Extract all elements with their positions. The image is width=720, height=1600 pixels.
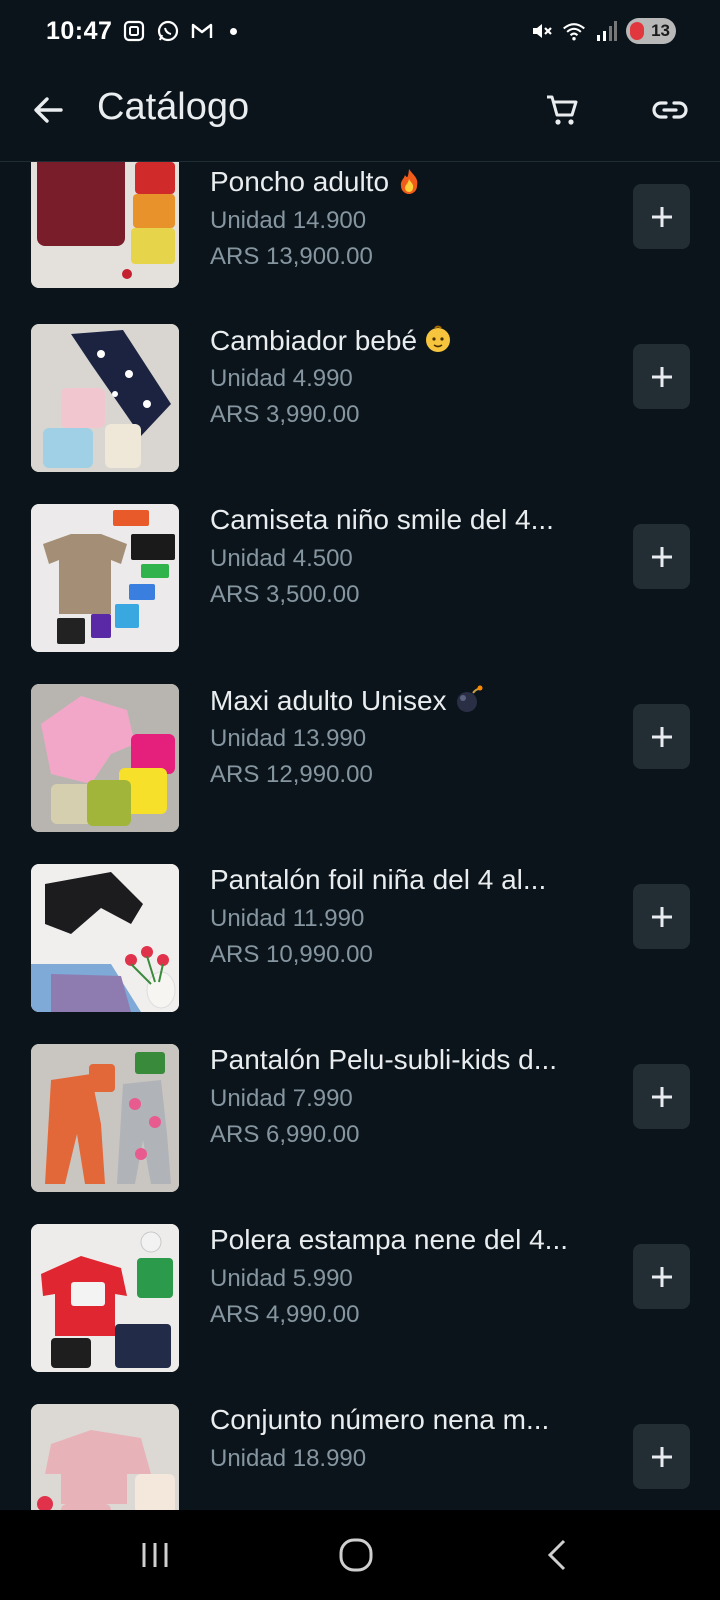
product-photo [31,1224,179,1372]
product-thumbnail [31,324,179,472]
product-unit-price: Unidad 5.990 [210,1265,353,1292]
plus-icon [651,1266,672,1287]
product-name: Polera estampa nene del 4... [210,1224,569,1255]
back-nav-button[interactable] [538,1535,578,1575]
share-link-button[interactable] [650,90,690,130]
plus-icon [651,366,672,387]
home-button[interactable] [336,1535,376,1575]
product-name: Pantalón foil niña del 4 al... [210,864,547,895]
product-thumbnail [31,504,179,652]
signal-icon [594,19,618,43]
plus-icon [651,546,672,567]
product-name: Conjunto número nena m... [210,1404,550,1435]
product-price: ARS 6,990.00 [210,1121,360,1148]
product-item[interactable]: Camiseta niño smile del 4... Unidad 4.50… [0,500,720,680]
product-name: Maxi adulto Unisex [210,684,483,721]
plus-icon [651,206,672,227]
product-item[interactable]: Maxi adulto Unisex Unidad 13.990 ARS 12,… [0,680,720,860]
battery-level: 13 [651,21,670,40]
bomb-emoji [453,684,483,721]
recents-icon [142,1543,168,1567]
plus-icon [651,1086,672,1107]
product-thumbnail [31,684,179,832]
home-icon [339,1538,373,1572]
app-bar: Catálogo [0,62,720,162]
product-thumbnail [31,162,179,288]
product-unit-price: Unidad 11.990 [210,905,365,932]
add-to-cart-button[interactable] [633,524,690,589]
product-item[interactable]: Pantalón foil niña del 4 al... Unidad 11… [0,860,720,1040]
mute-icon [530,19,554,43]
recents-button[interactable] [135,1535,175,1575]
product-photo [31,1404,179,1510]
product-price: ARS 12,990.00 [210,761,373,788]
product-price: ARS 13,900.00 [210,243,373,270]
product-unit-price: Unidad 7.990 [210,1085,353,1112]
battery-indicator: 13 [626,18,676,44]
add-to-cart-button[interactable] [633,184,690,249]
add-to-cart-button[interactable] [633,884,690,949]
product-photo [31,864,179,1012]
wifi-icon [562,19,586,43]
product-thumbnail [31,1044,179,1192]
cart-icon [547,95,578,125]
product-photo [31,684,179,832]
add-to-cart-button[interactable] [633,1424,690,1489]
battery-low-icon [630,22,644,40]
page-title: Catálogo [97,86,250,128]
notification-dot [230,27,238,35]
product-thumbnail [31,864,179,1012]
back-button[interactable] [28,90,68,130]
status-bar: 10:47 13 [0,0,720,62]
product-photo [31,162,179,288]
product-item[interactable]: Poncho adulto Unidad 14.900 ARS 13,900.0… [0,162,720,342]
product-item[interactable]: Cambiador bebé Unidad 4.990 ARS 3,990.00 [0,320,720,500]
product-thumbnail [31,1404,179,1510]
add-to-cart-button[interactable] [633,1244,690,1309]
plus-icon [651,906,672,927]
product-photo [31,504,179,652]
arrow-left-icon [34,97,63,123]
status-left: 10:47 [46,16,238,46]
product-unit-price: Unidad 4.500 [210,545,353,572]
add-to-cart-button[interactable] [633,1064,690,1129]
whatsapp-icon [156,19,180,43]
add-to-cart-button[interactable] [633,344,690,409]
baby-emoji [423,324,453,361]
status-time: 10:47 [46,16,113,45]
product-name: Cambiador bebé [210,324,453,361]
screenshot-icon [122,19,146,43]
cart-button[interactable] [542,90,582,130]
link-icon [652,101,688,119]
fire-emoji [395,167,423,202]
plus-icon [651,726,672,747]
product-item[interactable]: Polera estampa nene del 4... Unidad 5.99… [0,1220,720,1400]
add-to-cart-button[interactable] [633,704,690,769]
product-unit-price: Unidad 4.990 [210,365,353,392]
back-nav-icon [547,1539,566,1571]
product-price: ARS 3,990.00 [210,401,360,428]
product-photo [31,324,179,472]
product-unit-price: Unidad 13.990 [210,725,367,752]
product-unit-price: Unidad 14.900 [210,207,367,234]
product-name: Pantalón Pelu-subli-kids d... [210,1044,558,1075]
system-nav-bar [0,1510,720,1600]
product-price: ARS 4,990.00 [210,1301,360,1328]
gmail-icon [190,19,214,43]
product-name: Camiseta niño smile del 4... [210,504,554,535]
product-price: ARS 10,990.00 [210,941,373,968]
product-list: Poncho adulto Unidad 14.900 ARS 13,900.0… [0,162,720,1510]
product-photo [31,1044,179,1192]
status-right: 13 [530,18,676,44]
product-name: Poncho adulto [210,166,423,202]
product-item[interactable]: Conjunto número nena m... Unidad 18.990 [0,1400,720,1510]
plus-icon [651,1446,672,1467]
product-price: ARS 3,500.00 [210,581,360,608]
product-thumbnail [31,1224,179,1372]
product-item[interactable]: Pantalón Pelu-subli-kids d... Unidad 7.9… [0,1040,720,1220]
product-unit-price: Unidad 18.990 [210,1445,367,1472]
